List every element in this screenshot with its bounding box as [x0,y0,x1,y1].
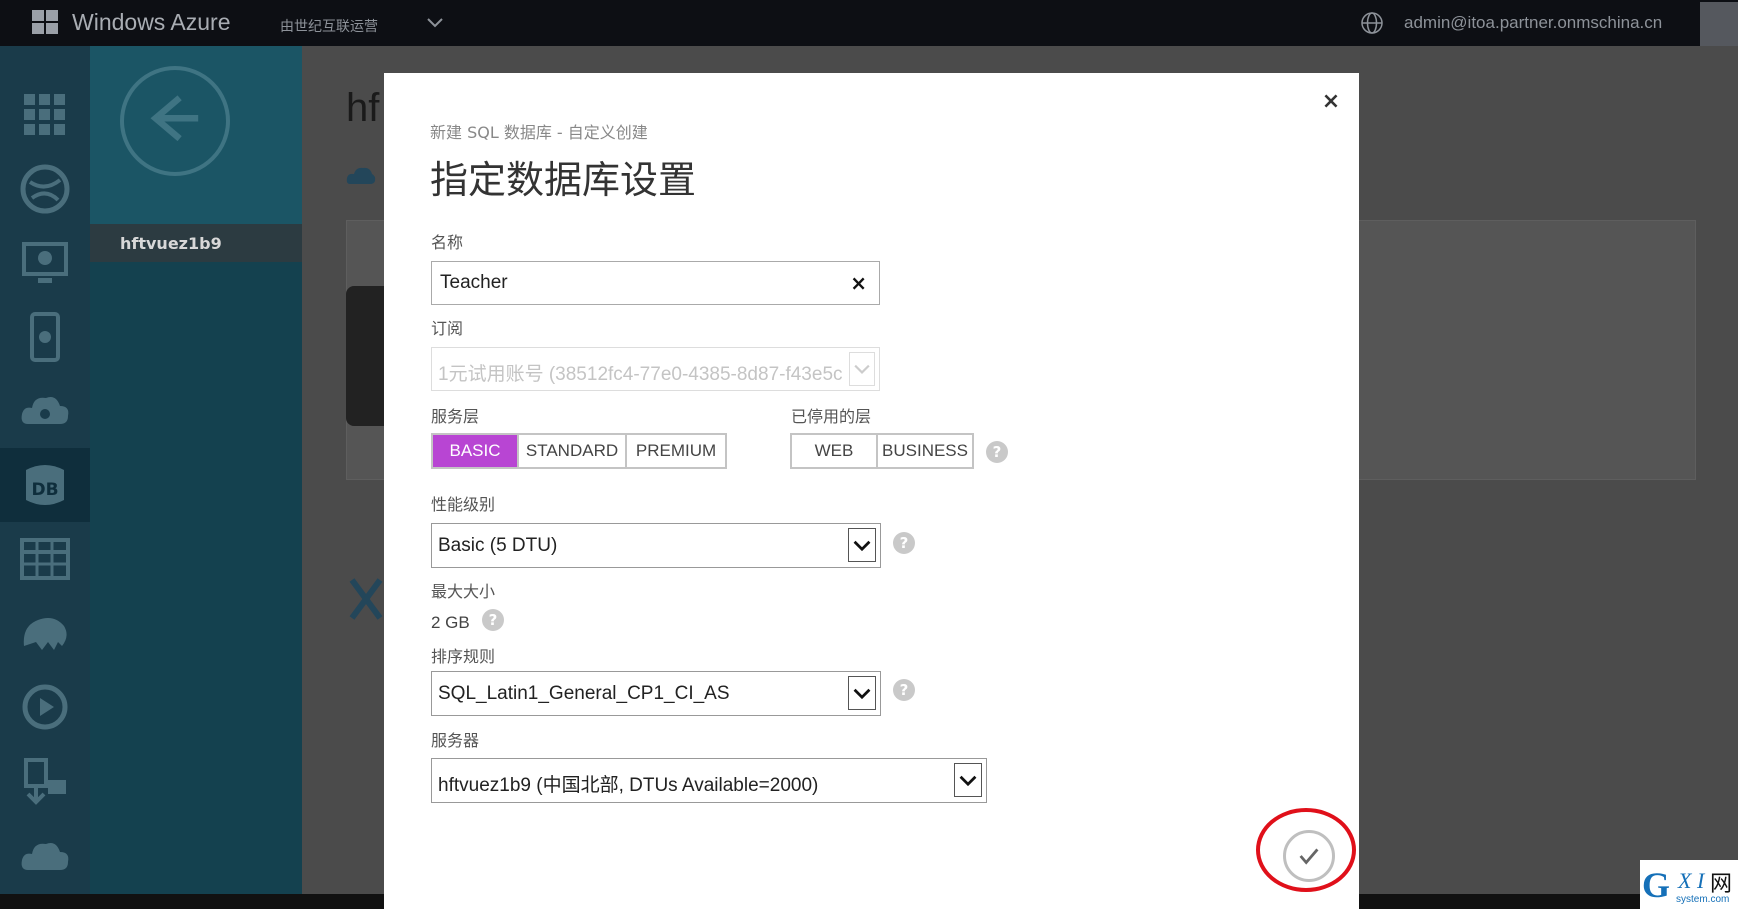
chevron-down-icon[interactable] [848,676,876,710]
rail-service-bus[interactable] [0,744,90,818]
help-icon[interactable]: ? [893,679,915,701]
service-bus-icon [24,758,66,805]
confirm-button[interactable] [1283,830,1335,882]
subscription-select: 1元试用账号 (38512fc4-77e0-4385-8d87-f43e5c [431,347,880,391]
collation-select[interactable]: SQL_Latin1_General_CP1_CI_AS [431,671,881,716]
tier-business[interactable]: BUSINESS [878,435,972,467]
rail-cloud[interactable] [0,818,90,892]
performance-label: 性能级别 [431,495,496,514]
collation-label: 排序规则 [431,647,496,666]
mobile-icon [30,312,60,362]
chevron-down-icon[interactable] [424,14,446,32]
max-size-value: 2 GB [431,613,470,632]
tier-premium[interactable]: PREMIUM [627,435,725,467]
tools-icon [349,578,383,620]
max-size-label: 最大大小 [431,582,496,601]
chevron-down-icon [849,352,875,386]
retired-tier-label: 已停用的层 [791,407,872,426]
performance-value: Basic (5 DTU) [438,535,558,556]
watermark-g: G [1642,865,1671,905]
new-sql-database-dialog: × 新建 SQL 数据库 - 自定义创建 指定数据库设置 名称 Teacher … [384,73,1359,909]
service-rail: DB [0,46,90,894]
rail-media-services[interactable] [0,670,90,744]
monitor-icon [22,242,68,283]
cloud-icon [21,843,69,870]
server-select[interactable]: hftvuez1b9 (中国北部, DTUs Available=2000) [431,758,987,803]
operator-label: 由世纪互联运营 [280,19,378,35]
retired-tier-selector: WEB BUSINESS [790,433,974,469]
name-label: 名称 [431,233,464,252]
brand-title: Windows Azure [72,9,231,35]
tier-web[interactable]: WEB [792,435,878,467]
user-email[interactable]: admin@itoa.partner.onmschina.cn [1404,13,1662,33]
chevron-down-icon[interactable] [848,528,876,562]
name-input-value: Teacher [440,272,508,293]
rail-websites[interactable] [0,152,90,226]
help-icon[interactable]: ? [893,532,915,554]
elephant-icon [23,618,67,650]
rail-cloud-services[interactable] [0,374,90,448]
svg-text:DB: DB [31,480,58,500]
name-input[interactable]: Teacher × [431,261,880,305]
rail-sql-databases[interactable]: DB [0,448,90,522]
service-tier-label: 服务层 [431,407,480,426]
rail-storage[interactable] [0,522,90,596]
tier-basic[interactable]: BASIC [433,435,519,467]
rail-all-items[interactable] [0,78,90,152]
service-tier-selector: BASIC STANDARD PREMIUM [431,433,727,469]
watermark-xi: X I [1678,868,1705,893]
collation-value: SQL_Latin1_General_CP1_CI_AS [438,683,730,704]
database-icon: DB [26,465,64,505]
rail-mobile-services[interactable] [0,300,90,374]
globe-icon[interactable] [1360,11,1384,35]
cloud-gear-icon [21,397,69,424]
dialog-title: 指定数据库设置 [430,158,697,202]
rail-hdinsight[interactable] [0,596,90,670]
media-icon [22,684,68,730]
chevron-down-icon[interactable] [954,763,982,797]
table-icon [20,538,70,580]
avatar[interactable] [1700,2,1738,46]
web-globe-icon [20,164,70,214]
breadcrumb: 新建 SQL 数据库 - 自定义创建 [430,123,648,142]
back-area [90,46,302,224]
server-label: 服务器 [431,731,480,750]
help-icon[interactable]: ? [482,609,504,631]
sidebar-item-server[interactable]: hftvuez1b9 [90,224,302,262]
watermark-url: system.com [1676,894,1730,905]
back-arrow-icon[interactable] [120,66,230,176]
help-icon[interactable]: ? [986,441,1008,463]
cloud-upload-icon [346,167,376,184]
subscription-label: 订阅 [431,319,464,338]
watermark-logo: G X I 网 system.com [1640,860,1738,909]
tier-standard[interactable]: STANDARD [519,435,627,467]
rail-virtual-machines[interactable] [0,226,90,300]
clear-input-icon[interactable]: × [850,271,867,295]
page-title: hf [346,86,380,130]
windows-logo-icon [32,10,60,36]
close-icon[interactable]: × [1320,91,1342,113]
subscription-value: 1元试用账号 (38512fc4-77e0-4385-8d87-f43e5c [438,364,843,385]
server-value: hftvuez1b9 (中国北部, DTUs Available=2000) [438,775,819,796]
server-list-panel: hftvuez1b9 [90,46,302,894]
grid-icon [24,94,65,135]
performance-select[interactable]: Basic (5 DTU) [431,523,881,568]
top-bar: Windows Azure 由世纪互联运营 admin@itoa.partner… [0,0,1738,46]
checkmark-icon [1299,848,1319,865]
